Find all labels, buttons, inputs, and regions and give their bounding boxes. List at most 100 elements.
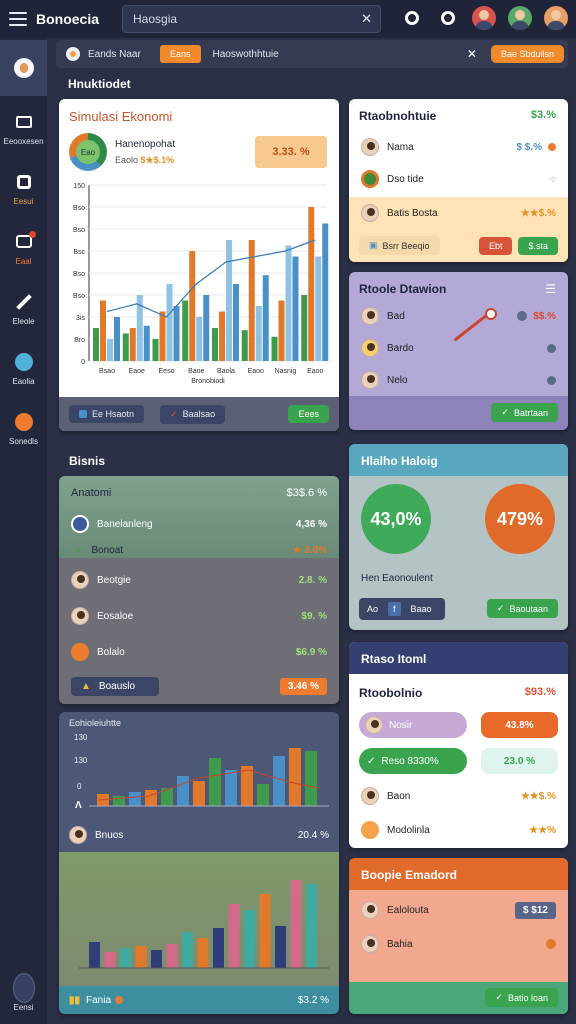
meta-label: Eaolo [115, 155, 139, 165]
action-button[interactable]: Ebt [478, 236, 513, 255]
list-item[interactable]: Bad $$.% [349, 304, 568, 328]
bar [122, 333, 129, 361]
sidebar-item-profile[interactable]: Eensi [0, 966, 47, 1022]
bar [278, 300, 285, 361]
item-value: $$.% [533, 310, 556, 322]
avatar[interactable] [544, 6, 568, 30]
item-value: $ $.% [516, 141, 542, 153]
action-button[interactable]: $.sta [518, 236, 558, 255]
tag-pill[interactable]: ✓ Reso 8330% [359, 748, 467, 774]
status-dot [115, 996, 124, 1004]
chart-icon: ▮▮ [69, 994, 81, 1006]
y-tick-label: 150 [73, 183, 85, 190]
item-value: 20.4 % [297, 829, 329, 841]
clear-search-icon[interactable]: ✕ [361, 11, 372, 27]
item-name: Beotgie [97, 574, 131, 586]
close-icon[interactable]: ✕ [467, 47, 477, 61]
sidebar-item-settings[interactable]: Sonedls [0, 400, 47, 456]
sidebar-item-media[interactable]: Eaal [0, 220, 47, 276]
list-item[interactable]: Bardo [349, 336, 568, 360]
list-item[interactable]: Bolalo $6.9 % [59, 640, 339, 664]
item-value: $6.9 % [295, 646, 327, 658]
list-item[interactable]: Modolinla ★★% [349, 818, 568, 842]
bar [93, 328, 99, 361]
list-item[interactable]: Nama $ $.% [349, 135, 568, 159]
y-tick-label: 3is [76, 315, 85, 322]
avatar [71, 571, 89, 589]
list-item[interactable]: ▲ Boauslo 3.46 % [59, 675, 339, 697]
bar [152, 339, 159, 361]
notice-chip[interactable]: Eans [160, 45, 201, 63]
top-bar: Bonoecia Haosgia ✕ [0, 0, 576, 38]
globe-icon [13, 351, 35, 373]
sidebar-item-home[interactable] [0, 40, 47, 96]
share-button[interactable]: ▣ Bsrr Beeqio [359, 236, 440, 255]
status-dot [547, 375, 556, 385]
button-label: Batio loan [507, 992, 548, 1003]
confirm-button[interactable]: ✓ Baoutaan [486, 599, 558, 618]
list-item[interactable]: Dso tide ◌ [349, 167, 568, 191]
bar [166, 284, 173, 361]
section-title: Bisnis [69, 454, 106, 468]
list-item[interactable]: ✓ Bonoat ★ 3.0% [59, 540, 339, 560]
menu-icon[interactable] [0, 0, 36, 38]
badge-icon [361, 821, 379, 839]
y-tick: 130 [74, 733, 88, 742]
item-value: ★★$.% [520, 207, 556, 219]
list-item[interactable]: Eosaloe $9. % [59, 604, 339, 628]
bar [135, 946, 147, 968]
list-item[interactable]: Beotgie 2.8. % [59, 568, 339, 592]
item-name: Bnuos [95, 829, 124, 841]
bar [197, 938, 209, 968]
summary-card: Boopie Emadord Ealolouta $ $12 Bahia ✓ Bat… [349, 858, 568, 1014]
bar [182, 300, 189, 361]
check-button[interactable]: ✓ Baalsao [160, 404, 226, 424]
section-title: Hnuktiodet [68, 77, 131, 91]
item-value: 4,36 % [295, 518, 327, 530]
filter-button[interactable]: Ee Hsaotn [69, 405, 145, 423]
bar [255, 306, 262, 361]
sidebar-item-edit[interactable]: Eleole [0, 280, 47, 336]
menu-icon[interactable]: ☰ [545, 282, 556, 296]
y-tick-label: Bso [73, 205, 85, 212]
bar [107, 339, 113, 361]
x-tick-label: Nasnig [275, 368, 297, 375]
sidebar-item-location[interactable]: Eaolia [0, 340, 47, 396]
confirm-button[interactable]: ✓ Batrtaan [491, 403, 558, 422]
mini-bar-chart [89, 748, 329, 807]
notice-action-button[interactable]: Bae Sbduilsn [490, 45, 564, 63]
bar [290, 880, 302, 968]
list-item[interactable]: Nelo [349, 368, 568, 392]
bar [89, 942, 100, 968]
timer-icon[interactable] [400, 6, 424, 30]
sidebar: Eeooxesen Eesui Eaal Eleole Eaolia Soned… [0, 38, 47, 1024]
tag-pill[interactable]: Nosir [359, 712, 467, 738]
confirm-button[interactable]: ✓ Batio loan [485, 988, 558, 1007]
item-value: ★★% [529, 824, 556, 836]
avatar[interactable] [472, 6, 496, 30]
avatar[interactable] [508, 6, 532, 30]
list-item[interactable]: Ealolouta $ $12 [349, 898, 568, 922]
bar [322, 223, 329, 361]
list-item[interactable]: Bahia [349, 932, 568, 956]
card-subtitle: Hanenopohat [115, 139, 176, 150]
action-button[interactable]: Eees [288, 405, 329, 423]
search-input[interactable]: Haosgia ✕ [122, 5, 381, 33]
donut-label: Eao [76, 140, 100, 164]
sidebar-item-overview[interactable]: Eeooxesen [0, 100, 47, 156]
bulb-icon [66, 47, 80, 61]
x-tick-label: Eaoo [307, 368, 323, 375]
list-item[interactable]: Batis Bosta ★★$.% [349, 197, 568, 229]
list-item[interactable]: Baon ★★$.% [349, 784, 568, 808]
avatar [361, 339, 379, 357]
pencil-icon [13, 291, 35, 313]
slider-handle[interactable] [485, 308, 497, 320]
list-item[interactable]: Banelanleng 4,36 % [59, 512, 339, 536]
bar [219, 311, 225, 361]
item-name: Batis Bosta [387, 207, 438, 219]
card-title: Hlalho Haloig [361, 454, 438, 468]
toggle-group[interactable]: Ao f Baao [359, 598, 445, 620]
clock-icon[interactable] [436, 6, 460, 30]
sidebar-item-stats[interactable]: Eesui [0, 160, 47, 216]
bar [241, 330, 248, 361]
